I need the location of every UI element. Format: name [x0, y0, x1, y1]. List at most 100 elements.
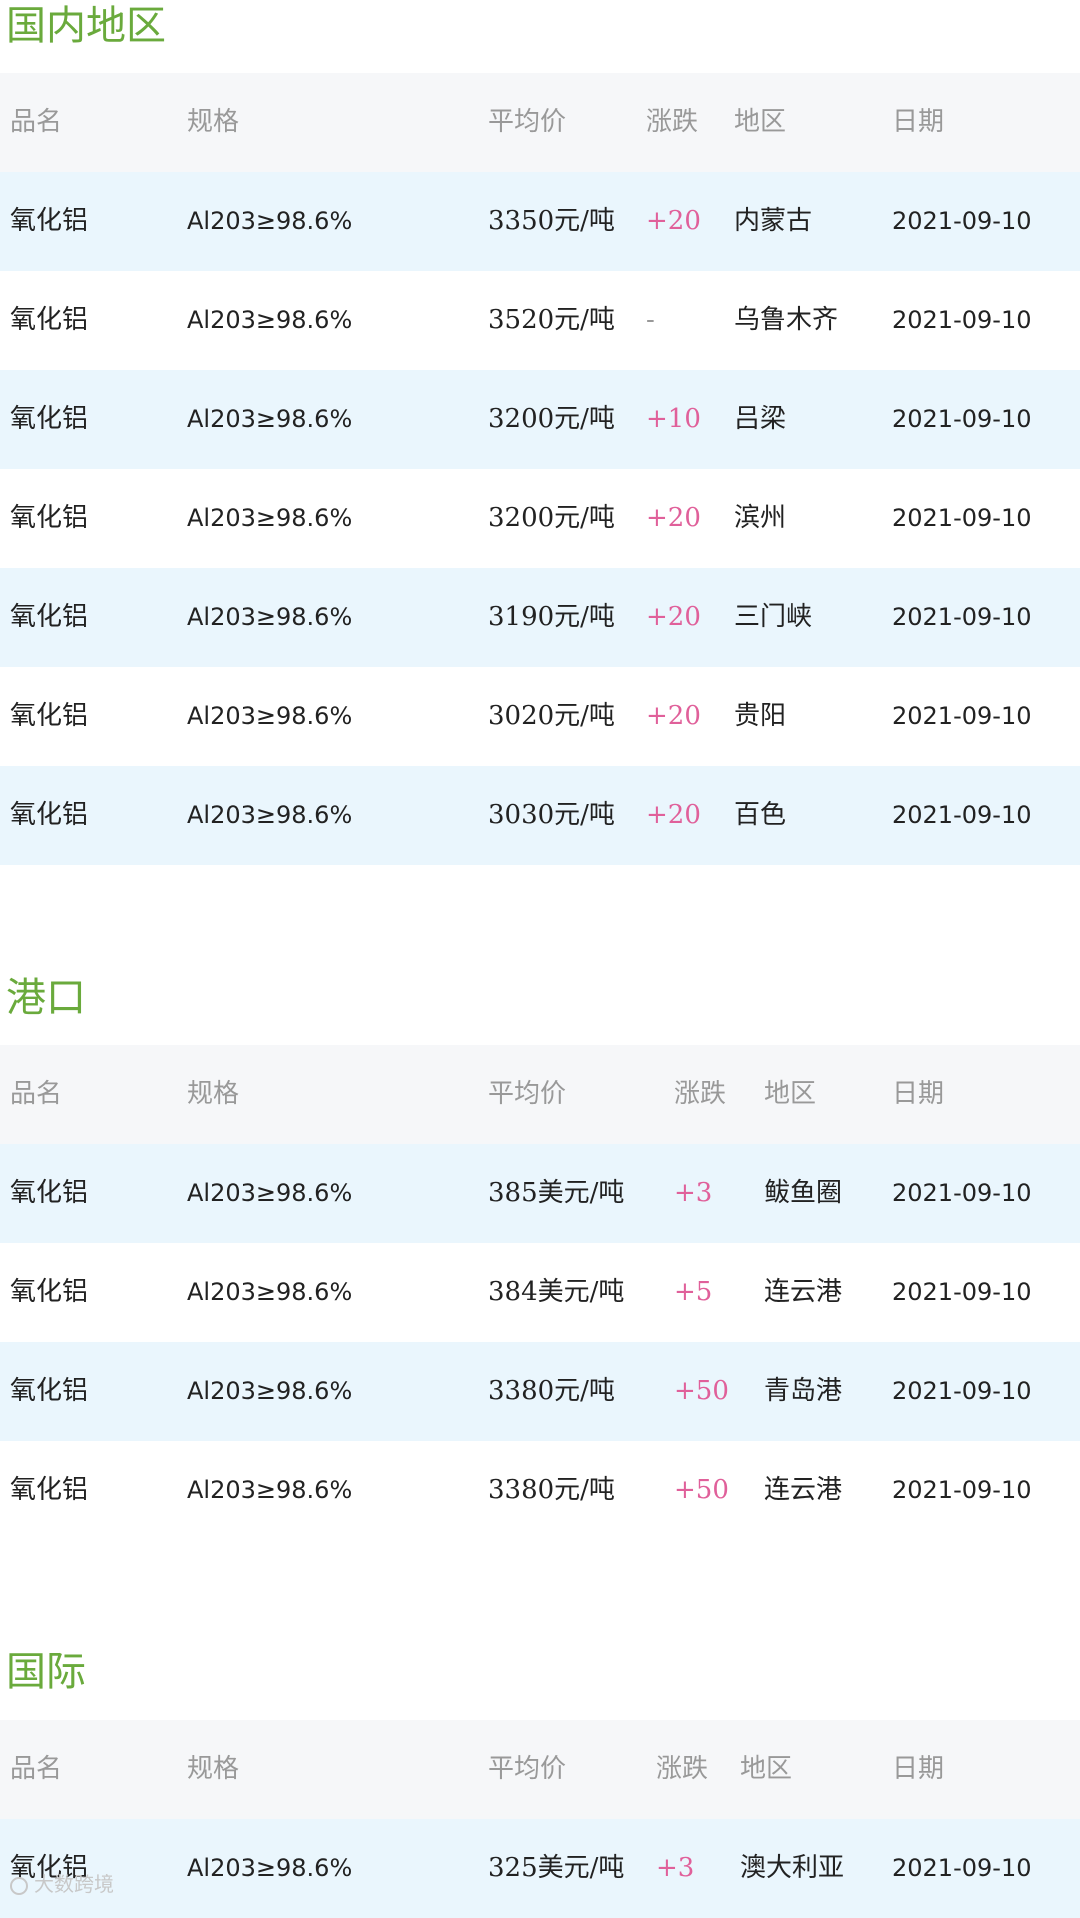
table-header-row: 品名 规格 平均价 涨跌 地区 日期 — [0, 1045, 1080, 1144]
cell-region: 乌鲁木齐 — [734, 305, 839, 335]
cell-date: 2021-09-10 — [892, 603, 1032, 631]
table-row: 氧化铝 Al203≥98.6% 3020元/吨 +20 贵阳 2021-09-1… — [0, 667, 1080, 766]
cell-region: 内蒙古 — [734, 206, 813, 236]
table-row: 氧化铝 Al203≥98.6% 385美元/吨 +3 鲅鱼圈 2021-09-1… — [0, 1144, 1080, 1243]
cell-price: 3200元/吨 — [488, 404, 615, 434]
cell-region: 澳大利亚 — [740, 1853, 845, 1883]
cell-name: 氧化铝 — [10, 1178, 89, 1208]
cell-name: 氧化铝 — [10, 503, 89, 533]
cell-spec: Al203≥98.6% — [187, 207, 353, 235]
cell-spec: Al203≥98.6% — [187, 801, 353, 829]
header-name: 品名 — [10, 1754, 63, 1784]
header-region: 地区 — [764, 1079, 817, 1109]
watermark-logo-icon — [10, 1876, 28, 1895]
cell-name: 氧化铝 — [10, 1376, 89, 1406]
table-row: 氧化铝 Al203≥98.6% 3350元/吨 +20 内蒙古 2021-09-… — [0, 172, 1080, 271]
table-row: 氧化铝 Al203≥98.6% 3030元/吨 +20 百色 2021-09-1… — [0, 766, 1080, 865]
cell-spec: Al203≥98.6% — [187, 1854, 353, 1882]
header-name: 品名 — [10, 107, 63, 137]
cell-date: 2021-09-10 — [892, 1377, 1032, 1405]
port-price-table: 品名 规格 平均价 涨跌 地区 日期 氧化铝 Al203≥98.6% 385美元… — [0, 1045, 1080, 1540]
header-change: 涨跌 — [656, 1754, 709, 1784]
cell-name: 氧化铝 — [10, 305, 89, 335]
header-date: 日期 — [892, 107, 945, 137]
cell-date: 2021-09-10 — [892, 801, 1032, 829]
cell-price: 3350元/吨 — [488, 206, 615, 236]
cell-change: +20 — [646, 800, 701, 830]
table-row: 氧化铝 Al203≥98.6% 384美元/吨 +5 连云港 2021-09-1… — [0, 1243, 1080, 1342]
header-price: 平均价 — [488, 1079, 567, 1109]
cell-price: 3030元/吨 — [488, 800, 615, 830]
cell-name: 氧化铝 — [10, 404, 89, 434]
header-price: 平均价 — [488, 107, 567, 137]
cell-change: +50 — [674, 1475, 729, 1505]
cell-date: 2021-09-10 — [892, 1476, 1032, 1504]
domestic-price-table: 品名 规格 平均价 涨跌 地区 日期 氧化铝 Al203≥98.6% 3350元… — [0, 73, 1080, 865]
cell-spec: Al203≥98.6% — [187, 405, 353, 433]
cell-change: +50 — [674, 1376, 729, 1406]
header-date: 日期 — [892, 1754, 945, 1784]
cell-change: +10 — [646, 404, 701, 434]
cell-spec: Al203≥98.6% — [187, 1278, 353, 1306]
header-spec: 规格 — [187, 107, 240, 137]
cell-region: 连云港 — [764, 1475, 843, 1505]
cell-date: 2021-09-10 — [892, 504, 1032, 532]
header-region: 地区 — [734, 107, 787, 137]
cell-region: 滨州 — [734, 503, 787, 533]
section-title-international: 国际 — [6, 1649, 86, 1695]
cell-name: 氧化铝 — [10, 602, 89, 632]
section-title-port: 港口 — [6, 975, 86, 1021]
header-region: 地区 — [740, 1754, 793, 1784]
cell-name: 氧化铝 — [10, 701, 89, 731]
header-change: 涨跌 — [674, 1079, 727, 1109]
watermark: 大数跨境 — [10, 1872, 114, 1896]
header-spec: 规格 — [187, 1079, 240, 1109]
cell-region: 三门峡 — [734, 602, 813, 632]
cell-region: 鲅鱼圈 — [764, 1178, 843, 1208]
cell-change: +5 — [674, 1277, 713, 1307]
cell-spec: Al203≥98.6% — [187, 306, 353, 334]
cell-change: +20 — [646, 602, 701, 632]
cell-change: +3 — [674, 1178, 713, 1208]
header-change: 涨跌 — [646, 107, 699, 137]
cell-spec: Al203≥98.6% — [187, 1377, 353, 1405]
cell-date: 2021-09-10 — [892, 1278, 1032, 1306]
header-price: 平均价 — [488, 1754, 567, 1784]
cell-spec: Al203≥98.6% — [187, 702, 353, 730]
cell-change: +20 — [646, 503, 701, 533]
cell-spec: Al203≥98.6% — [187, 504, 353, 532]
cell-price: 3190元/吨 — [488, 602, 615, 632]
cell-change: +20 — [646, 206, 701, 236]
cell-name: 氧化铝 — [10, 1475, 89, 1505]
table-header-row: 品名 规格 平均价 涨跌 地区 日期 — [0, 73, 1080, 172]
section-title-domestic: 国内地区 — [6, 3, 166, 49]
cell-spec: Al203≥98.6% — [187, 1179, 353, 1207]
cell-price: 3380元/吨 — [488, 1475, 615, 1505]
cell-date: 2021-09-10 — [892, 306, 1032, 334]
cell-name: 氧化铝 — [10, 1853, 89, 1883]
header-name: 品名 — [10, 1079, 63, 1109]
cell-region: 青岛港 — [764, 1376, 843, 1406]
watermark-text: 大数跨境 — [34, 1872, 114, 1896]
table-header-row: 品名 规格 平均价 涨跌 地区 日期 — [0, 1720, 1080, 1819]
cell-date: 2021-09-10 — [892, 702, 1032, 730]
cell-price: 385美元/吨 — [488, 1178, 625, 1208]
cell-date: 2021-09-10 — [892, 207, 1032, 235]
table-row: 氧化铝 Al203≥98.6% 3190元/吨 +20 三门峡 2021-09-… — [0, 568, 1080, 667]
cell-date: 2021-09-10 — [892, 405, 1032, 433]
cell-region: 连云港 — [764, 1277, 843, 1307]
cell-price: 3020元/吨 — [488, 701, 615, 731]
cell-price: 3380元/吨 — [488, 1376, 615, 1406]
cell-date: 2021-09-10 — [892, 1179, 1032, 1207]
cell-name: 氧化铝 — [10, 206, 89, 236]
table-row: 氧化铝 Al203≥98.6% 3380元/吨 +50 青岛港 2021-09-… — [0, 1342, 1080, 1441]
cell-price: 3200元/吨 — [488, 503, 615, 533]
cell-region: 吕梁 — [734, 404, 787, 434]
cell-region: 贵阳 — [734, 701, 787, 731]
header-spec: 规格 — [187, 1754, 240, 1784]
cell-price: 325美元/吨 — [488, 1853, 625, 1883]
table-row: 氧化铝 Al203≥98.6% 3200元/吨 +20 滨州 2021-09-1… — [0, 469, 1080, 568]
cell-price: 384美元/吨 — [488, 1277, 625, 1307]
table-row: 氧化铝 Al203≥98.6% 3200元/吨 +10 吕梁 2021-09-1… — [0, 370, 1080, 469]
cell-change: +3 — [656, 1853, 695, 1883]
